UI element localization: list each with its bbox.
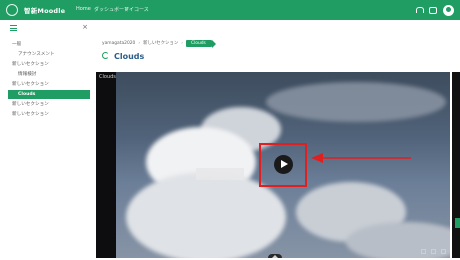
page: 智新Moodle Home ダッシュボード マイコース × 一般 アナウンスメン… — [0, 0, 460, 260]
sidebar-toggle-icon[interactable] — [10, 25, 17, 31]
video-overlay-box — [196, 168, 244, 180]
pip-icon[interactable] — [421, 249, 426, 254]
sidebar-item-review[interactable]: 情報検討 — [8, 70, 90, 79]
breadcrumb-separator: › — [138, 40, 141, 46]
logo-icon[interactable] — [6, 4, 18, 16]
nav-my-courses[interactable]: マイコース — [124, 6, 149, 13]
sidebar-item-section-2[interactable]: 新しいセクション — [8, 80, 90, 89]
sidebar-item-announcements[interactable]: アナウンスメント — [8, 50, 90, 59]
breadcrumb-section[interactable]: 新しいセクション — [143, 40, 178, 46]
course-index-sidebar: × 一般 アナウンスメント 新しいセクション 情報検討 新しいセクション Clo… — [6, 22, 92, 256]
site-brand[interactable]: 智新Moodle — [24, 5, 65, 15]
page-title: Clouds — [114, 51, 145, 61]
breadcrumb: yamagata2020 › 新しいセクション › Clouds — [102, 39, 216, 48]
breadcrumb-separator: › — [181, 40, 183, 46]
video-title: Clouds — [99, 74, 116, 80]
topbar-actions — [415, 4, 454, 16]
captions-icon[interactable] — [431, 249, 436, 254]
page-header: Clouds — [102, 50, 144, 62]
sidebar-item-section-4[interactable]: 新しいセクション — [8, 110, 90, 119]
avatar[interactable] — [443, 4, 454, 16]
video-controls — [421, 249, 446, 254]
settings-icon[interactable] — [441, 249, 446, 254]
breadcrumb-current: Clouds — [186, 39, 216, 48]
play-icon[interactable] — [274, 155, 293, 174]
recycle-icon — [102, 52, 110, 60]
sidebar-item-general[interactable]: 一般 — [8, 40, 90, 49]
sidebar-item-clouds[interactable]: Clouds — [8, 90, 90, 99]
expand-handle-icon[interactable] — [268, 254, 282, 258]
arrow-icon — [311, 153, 411, 163]
sidebar-close-icon[interactable]: × — [82, 23, 88, 31]
sidebar-item-section-3[interactable]: 新しいセクション — [8, 100, 90, 109]
nav-home[interactable]: Home — [76, 6, 91, 12]
cloud-shape — [266, 82, 446, 122]
bell-icon[interactable] — [415, 6, 424, 14]
video-player[interactable]: Clouds — [96, 72, 450, 258]
chat-icon[interactable] — [429, 6, 437, 14]
right-rail — [452, 72, 460, 258]
top-nav-bar: 智新Moodle Home ダッシュボード マイコース — [0, 0, 460, 20]
sidebar-item-section-1[interactable]: 新しいセクション — [8, 60, 90, 69]
breadcrumb-course[interactable]: yamagata2020 — [102, 41, 135, 46]
drawer-toggle[interactable] — [455, 218, 460, 228]
